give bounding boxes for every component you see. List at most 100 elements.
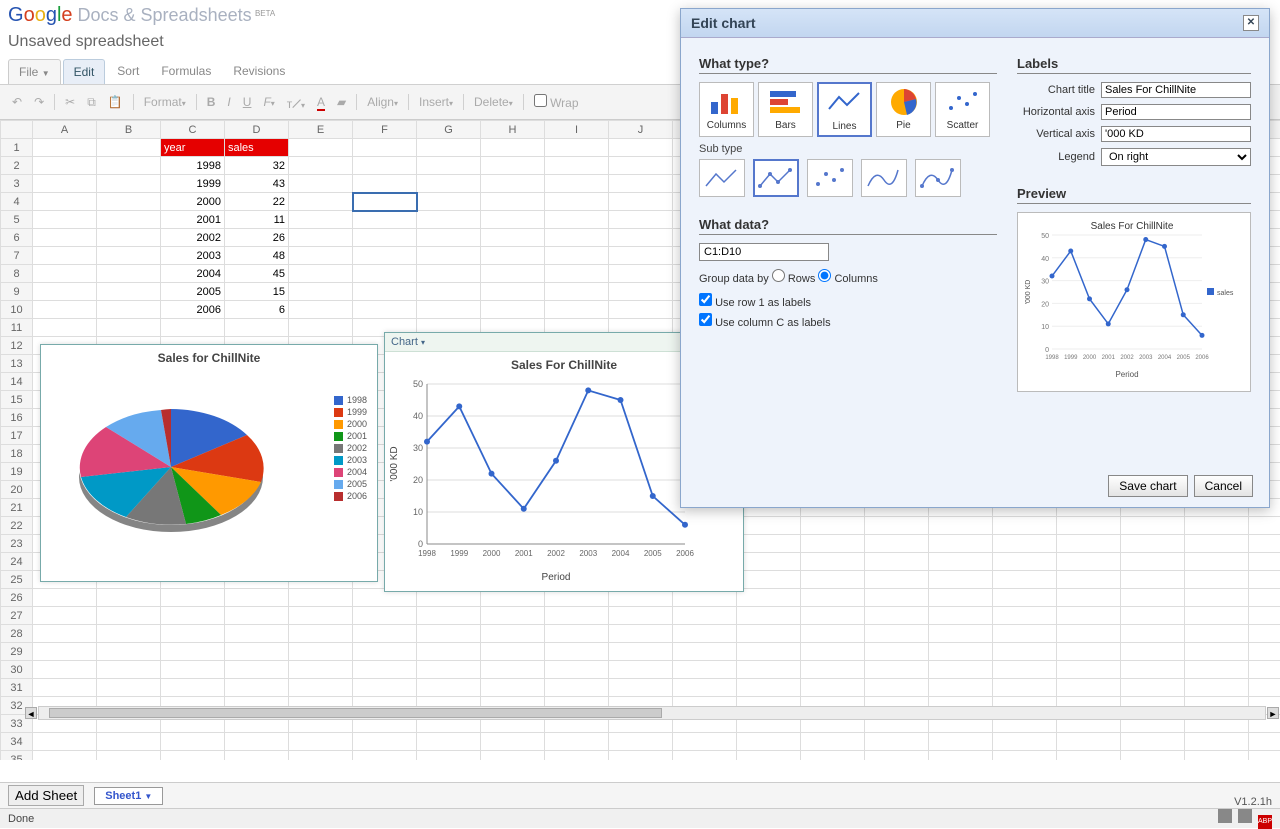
menu-revisions[interactable]: Revisions	[223, 59, 295, 84]
section-what-data: What data?	[699, 217, 997, 235]
chart-type-bars[interactable]: Bars	[758, 82, 813, 137]
svg-text:30: 30	[413, 443, 423, 453]
italic-button[interactable]: I	[223, 93, 234, 111]
svg-text:'000 KD: '000 KD	[389, 446, 400, 481]
delete-menu[interactable]: Delete▾	[470, 93, 517, 111]
section-what-type: What type?	[699, 56, 997, 74]
subtype-1[interactable]	[699, 159, 745, 197]
sheet-tab-1[interactable]: Sheet1 ▼	[94, 787, 163, 805]
bars-icon	[761, 85, 810, 119]
svg-text:2004: 2004	[612, 549, 630, 558]
bold-button[interactable]: B	[203, 93, 220, 111]
svg-text:2002: 2002	[547, 549, 565, 558]
add-sheet-button[interactable]: Add Sheet	[8, 785, 84, 806]
vaxis-input[interactable]	[1101, 126, 1251, 142]
copy-icon[interactable]: ⧉	[83, 93, 100, 112]
legend-select[interactable]: On right	[1101, 148, 1251, 166]
dialog-title-text: Edit chart	[691, 15, 756, 31]
scroll-left-icon[interactable]: ◄	[25, 707, 37, 719]
chevron-down-icon: ▼	[144, 792, 152, 801]
subtype-4[interactable]	[861, 159, 907, 197]
svg-text:30: 30	[1041, 279, 1049, 286]
chart-type-lines[interactable]: Lines	[817, 82, 872, 137]
svg-text:Period: Period	[1115, 370, 1138, 379]
text-color-icon[interactable]: A	[313, 93, 329, 111]
radio-rows[interactable]: Rows	[772, 273, 816, 285]
svg-text:2000: 2000	[483, 549, 501, 558]
align-menu[interactable]: Align▾	[363, 93, 402, 111]
svg-text:0: 0	[418, 539, 423, 549]
close-icon[interactable]: ✕	[1243, 15, 1259, 31]
chevron-down-icon: ▾	[421, 338, 425, 347]
chart-title-label: Chart title	[1017, 84, 1095, 96]
chart-type-scatter[interactable]: Scatter	[935, 82, 990, 137]
vaxis-label: Vertical axis	[1017, 128, 1095, 140]
subtype-3[interactable]	[807, 159, 853, 197]
status-icon-1[interactable]	[1218, 809, 1232, 823]
fill-color-icon[interactable]: ▰	[333, 93, 350, 111]
abp-icon[interactable]: ABP	[1258, 815, 1272, 829]
checkbox-colC-labels[interactable]: Use column C as labels	[699, 317, 831, 329]
cancel-button[interactable]: Cancel	[1194, 475, 1253, 497]
svg-text:2003: 2003	[579, 549, 597, 558]
edit-chart-dialog: Edit chart ✕ What type? Columns Bars Lin…	[680, 8, 1270, 508]
group-data-by: Group data by Rows Columns	[699, 269, 997, 285]
menu-sort[interactable]: Sort	[107, 59, 149, 84]
svg-text:sales: sales	[1217, 290, 1234, 297]
svg-text:2005: 2005	[1177, 355, 1191, 361]
svg-text:2000: 2000	[1083, 355, 1097, 361]
font-size-button[interactable]: т𝈺▾	[283, 89, 309, 115]
underline-button[interactable]: U	[239, 93, 256, 111]
subtype-5[interactable]	[915, 159, 961, 197]
redo-icon[interactable]: ↷	[30, 93, 48, 111]
format-menu[interactable]: Format▾	[140, 93, 190, 111]
scroll-thumb[interactable]	[49, 708, 662, 718]
svg-text:2005: 2005	[644, 549, 662, 558]
scroll-right-icon[interactable]: ►	[1267, 707, 1279, 719]
dialog-titlebar[interactable]: Edit chart ✕	[681, 9, 1269, 38]
cut-icon[interactable]: ✂	[61, 93, 79, 111]
status-bar: Done ABP	[0, 808, 1280, 828]
undo-icon[interactable]: ↶	[8, 93, 26, 111]
section-labels: Labels	[1017, 56, 1251, 74]
sheet-tabs-bar: Add Sheet Sheet1 ▼	[0, 782, 1280, 808]
status-text: Done	[8, 813, 34, 825]
embedded-pie-chart[interactable]: Sales for ChillNite 19981999200020012002…	[40, 344, 378, 582]
status-icon-2[interactable]	[1238, 809, 1252, 823]
beta-badge: BETA	[255, 9, 275, 18]
svg-text:2001: 2001	[1102, 355, 1116, 361]
subtype-2[interactable]	[753, 159, 799, 197]
save-chart-button[interactable]: Save chart	[1108, 475, 1187, 497]
svg-text:2002: 2002	[1120, 355, 1134, 361]
checkbox-row1-labels[interactable]: Use row 1 as labels	[699, 297, 811, 309]
svg-text:0: 0	[1045, 347, 1049, 354]
columns-icon	[702, 85, 751, 119]
chart-title-input[interactable]	[1101, 82, 1251, 98]
chevron-down-icon: ▼	[42, 69, 50, 78]
menu-formulas[interactable]: Formulas	[151, 59, 221, 84]
insert-menu[interactable]: Insert▾	[415, 93, 457, 111]
font-button[interactable]: F▾	[259, 93, 278, 111]
chart-type-columns[interactable]: Columns	[699, 82, 754, 137]
data-range-input[interactable]	[699, 243, 829, 261]
radio-columns[interactable]: Columns	[818, 273, 877, 285]
svg-text:10: 10	[413, 507, 423, 517]
google-logo: Google	[8, 4, 78, 26]
menu-file[interactable]: File ▼	[8, 59, 61, 84]
lines-icon	[821, 86, 868, 120]
scatter-icon	[938, 85, 987, 119]
svg-text:50: 50	[1041, 233, 1049, 240]
chart-type-pie[interactable]: Pie	[876, 82, 931, 137]
svg-text:2004: 2004	[1158, 355, 1172, 361]
paste-icon[interactable]: 📋	[104, 93, 127, 111]
app-name: Docs & Spreadsheets	[78, 5, 252, 25]
svg-text:40: 40	[1041, 256, 1049, 263]
pie-icon	[879, 85, 928, 119]
svg-text:1998: 1998	[1045, 355, 1059, 361]
horizontal-scrollbar[interactable]: ◄ ►	[38, 706, 1266, 720]
menu-edit[interactable]: Edit	[63, 59, 106, 84]
haxis-input[interactable]	[1101, 104, 1251, 120]
svg-text:10: 10	[1041, 324, 1049, 331]
wrap-checkbox[interactable]: Wrap	[530, 92, 583, 112]
svg-text:Period: Period	[542, 572, 571, 583]
